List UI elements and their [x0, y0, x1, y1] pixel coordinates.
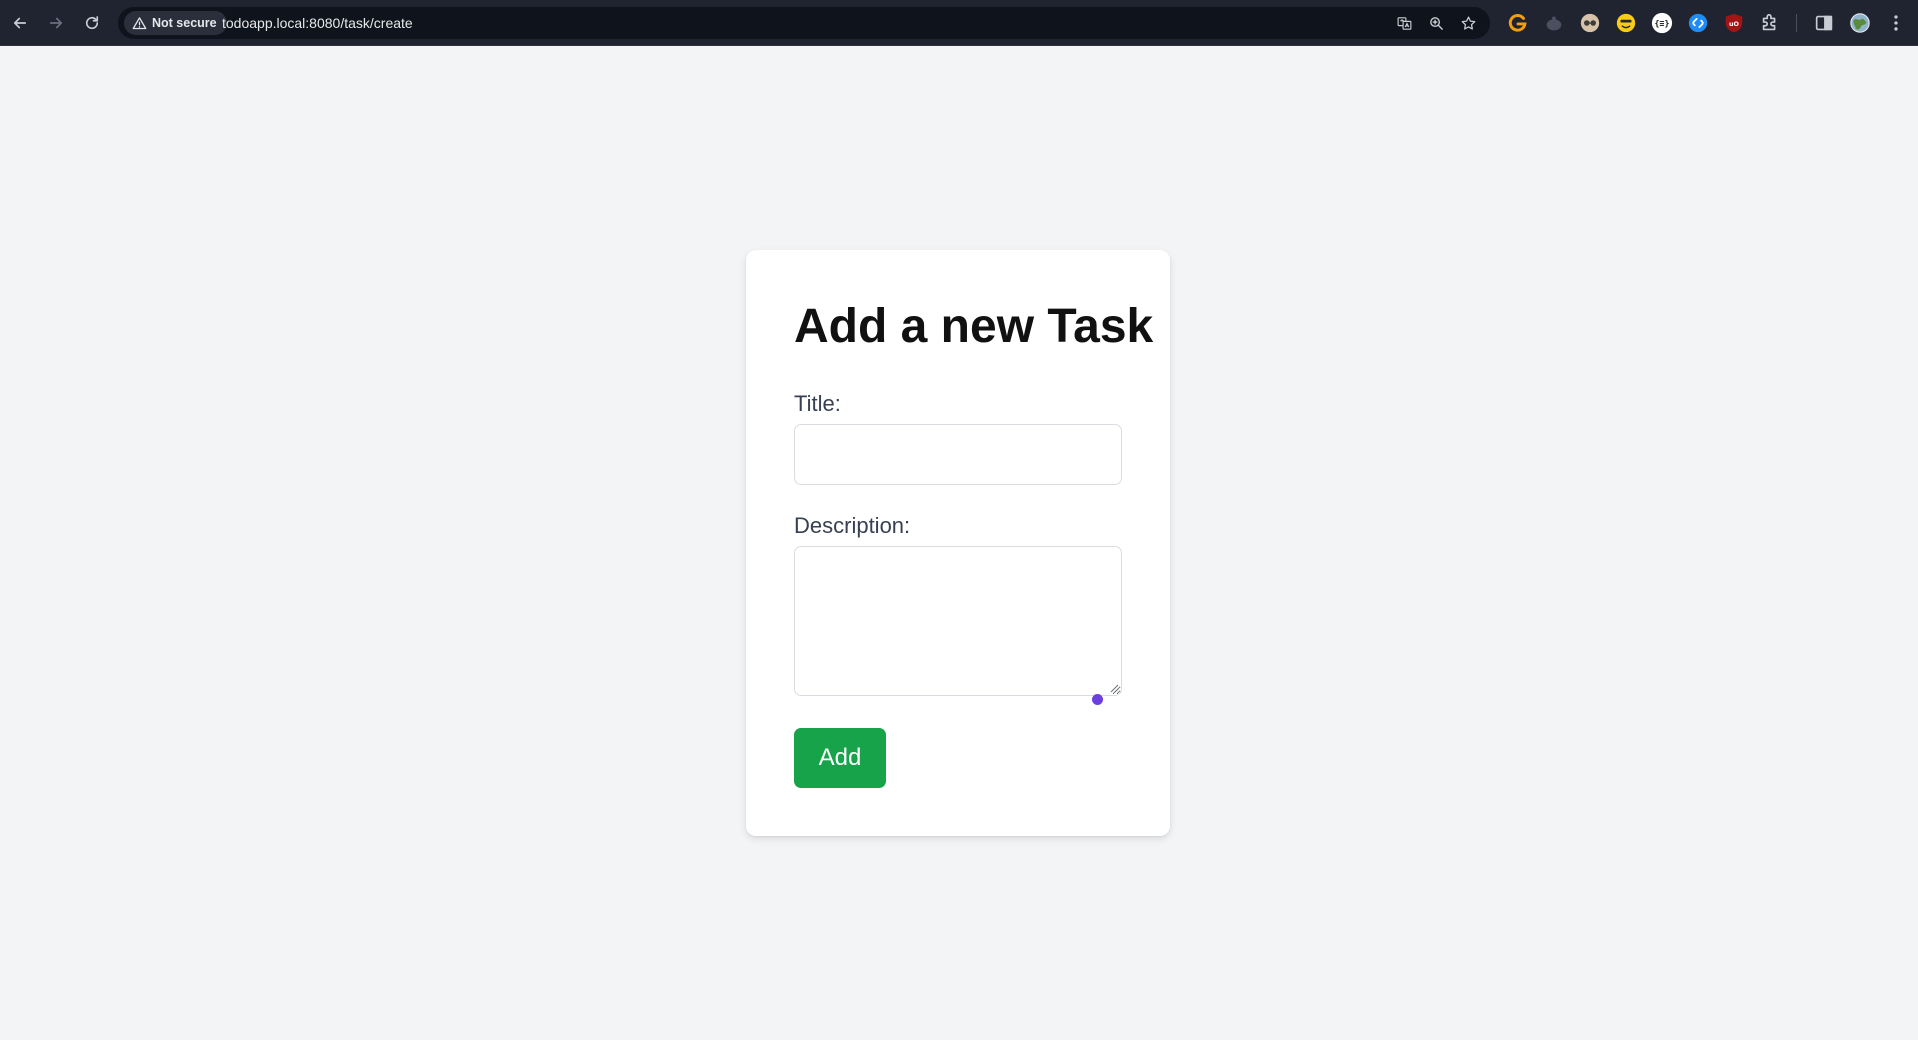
- bookmark-button[interactable]: [1458, 13, 1478, 33]
- forward-button[interactable]: [43, 10, 69, 36]
- task-form-card: Add a new Task Title: Description: Add: [746, 250, 1170, 836]
- address-bar[interactable]: Not secure todoapp.local:8080/task/creat…: [118, 7, 1490, 39]
- zoom-button[interactable]: [1426, 13, 1446, 33]
- page-title: Add a new Task: [794, 300, 1154, 353]
- reload-icon: [85, 16, 99, 30]
- forward-arrow-icon: [49, 17, 63, 29]
- add-button[interactable]: Add: [794, 728, 886, 788]
- extension-json-icon: {≡}: [1651, 12, 1673, 34]
- toolbar-divider: [1796, 14, 1797, 32]
- extension-g-button[interactable]: [1506, 11, 1530, 35]
- extensions-puzzle-icon: [1762, 13, 1776, 31]
- security-indicator[interactable]: Not secure: [124, 11, 227, 35]
- extension-smiley-icon: [1616, 13, 1636, 33]
- translate-icon: [1397, 16, 1411, 30]
- resize-grip-icon[interactable]: [1109, 683, 1119, 693]
- browser-toolbar: Not secure todoapp.local:8080/task/creat…: [0, 0, 1918, 46]
- more-menu-button[interactable]: [1884, 11, 1908, 35]
- extension-glasses-button[interactable]: [1578, 11, 1602, 35]
- security-label: Not secure: [152, 16, 217, 30]
- extension-g-icon: [1508, 14, 1527, 32]
- zoom-icon: [1429, 16, 1443, 30]
- extension-gray-icon: [1546, 16, 1562, 31]
- svg-text:uO: uO: [1729, 20, 1740, 28]
- svg-text:{≡}: {≡}: [1655, 18, 1670, 28]
- extension-shazam-icon: [1688, 13, 1708, 33]
- extension-smiley-button[interactable]: [1614, 11, 1638, 35]
- title-input[interactable]: [794, 424, 1122, 485]
- reload-button[interactable]: [79, 10, 105, 36]
- extension-shazam-button[interactable]: [1686, 11, 1710, 35]
- title-label: Title:: [794, 391, 841, 416]
- extension-ublock-icon: uO: [1725, 13, 1743, 33]
- extension-glasses-icon: [1580, 13, 1600, 33]
- bookmark-star-icon: [1461, 15, 1475, 30]
- url-text[interactable]: todoapp.local:8080/task/create: [222, 7, 413, 39]
- description-label: Description:: [794, 513, 911, 538]
- more-menu-icon: [1894, 15, 1898, 31]
- cursor-indicator: [1092, 694, 1103, 705]
- description-textarea[interactable]: [794, 546, 1122, 696]
- warning-icon: [132, 16, 147, 29]
- extensions-menu-button[interactable]: [1758, 11, 1782, 35]
- profile-avatar-icon: [1850, 13, 1870, 33]
- extension-json-button[interactable]: {≡}: [1650, 11, 1674, 35]
- extension-ublock-button[interactable]: uO: [1722, 11, 1746, 35]
- translate-button[interactable]: [1394, 13, 1414, 33]
- side-panel-button[interactable]: [1812, 11, 1836, 35]
- side-panel-icon: [1815, 15, 1833, 31]
- extension-gray-button[interactable]: [1542, 11, 1566, 35]
- back-arrow-icon: [13, 17, 27, 29]
- back-button[interactable]: [7, 10, 33, 36]
- profile-button[interactable]: [1848, 11, 1872, 35]
